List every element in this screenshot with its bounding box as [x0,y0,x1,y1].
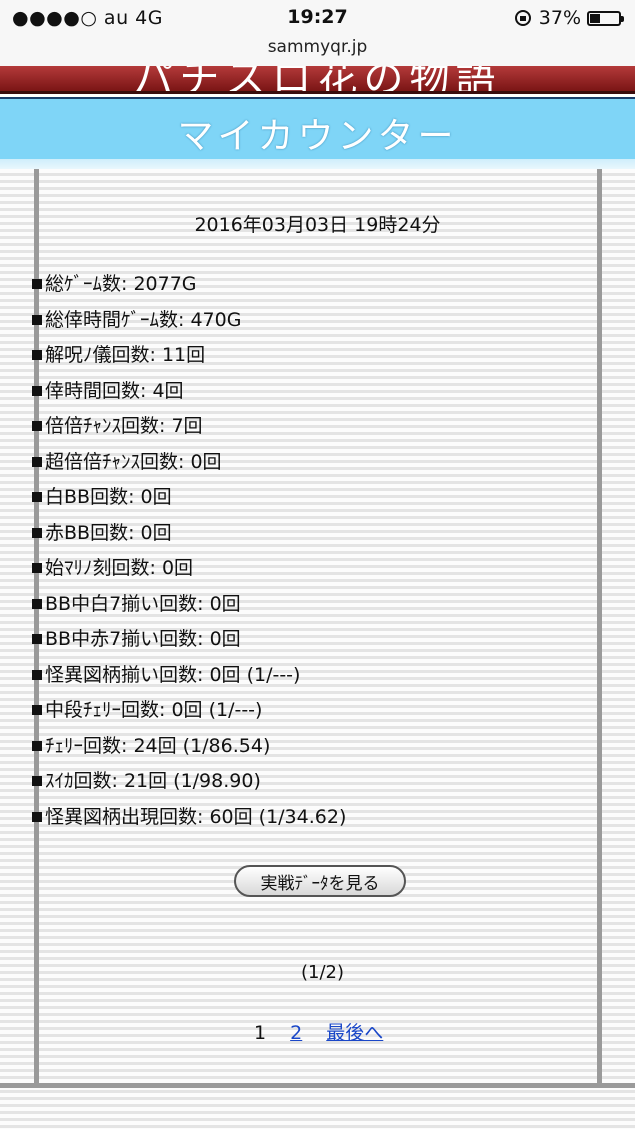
stat-item: 解呪ﾉ儀回数: 11回 [32,340,346,376]
page-title: マイカウンター [177,116,458,157]
pager-current-page: 1 [254,1022,267,1044]
site-logo-text: パチスロ花の物語 [133,66,502,94]
square-bullet-icon [32,527,42,538]
square-bullet-icon [32,598,42,609]
site-logo-banner: パチスロ花の物語 [0,66,635,94]
square-bullet-icon [32,563,42,573]
status-right: 37% [514,7,624,29]
pager-page-2-link[interactable]: 2 [290,1022,302,1044]
square-bullet-icon [32,492,42,502]
stat-text: 中段ﾁｪﾘｰ回数: 0回 (1/---) [45,699,263,721]
square-bullet-icon [32,669,42,680]
stat-item: ｽｲｶ回数: 21回 (1/98.90) [32,766,346,802]
address-bar[interactable]: sammyqr.jp [0,36,635,66]
square-bullet-icon [32,740,42,751]
square-bullet-icon [32,776,42,786]
stat-item: BB中赤7揃い回数: 0回 [32,624,346,660]
stat-text: ｽｲｶ回数: 21回 (1/98.90) [45,770,261,792]
page-title-banner-shade [0,159,635,169]
stat-item: 赤BB回数: 0回 [32,518,346,554]
stat-text: ﾁｪﾘｰ回数: 24回 (1/86.54) [45,734,271,757]
content-bottom-border [0,1083,635,1088]
stat-text: 白BB回数: 0回 [45,486,172,508]
square-bullet-icon [32,385,42,396]
pager-last-link[interactable]: 最後へ [326,1022,383,1044]
url-domain: sammyqr.jp [267,37,368,57]
status-bar: ●●●●○ au 4G 19:27 37% [0,0,635,36]
stat-item: 怪異図柄揃い回数: 0回 (1/---) [32,660,346,696]
square-bullet-icon [32,634,42,644]
stat-item: 中段ﾁｪﾘｰ回数: 0回 (1/---) [32,695,346,731]
battery-tip [621,15,624,22]
page-indicator: (1/2) [300,962,344,983]
battery-percent: 37% [538,7,581,29]
square-bullet-icon [32,314,42,325]
stat-text: 赤BB回数: 0回 [45,521,172,544]
square-bullet-icon [32,456,42,467]
square-bullet-icon [32,279,42,289]
stat-text: 倖時間回数: 4回 [45,379,184,402]
stats-list: 総ｹﾞｰﾑ数: 2077G 総倖時間ｹﾞｰﾑ数: 470G 解呪ﾉ儀回数: 11回倖… [32,269,346,837]
record-date: 2016年03月03日 19時24分 [194,214,441,236]
stat-text: 始ﾏﾘﾉ刻回数: 0回 [45,557,194,579]
counter-content: 2016年03月03日 19時24分 総ｹﾞｰﾑ数: 2077G 総倖時間ｹﾞｰﾑ… [0,169,635,1129]
square-bullet-icon [32,705,42,715]
view-battle-data-button[interactable]: 実戦ﾃﾞｰﾀを見る [234,865,406,897]
stat-item: 倖時間回数: 4回 [32,376,346,412]
stat-text: 倍倍ﾁｬﾝｽ回数: 7回 [45,415,203,437]
stat-text: 総ｹﾞｰﾑ数: 2077G [45,273,197,295]
stat-item: ﾁｪﾘｰ回数: 24回 (1/86.54) [32,731,346,767]
stat-item: 白BB回数: 0回 [32,482,346,518]
battery-fill [590,13,600,23]
square-bullet-icon [32,421,42,431]
stat-item: 超倍倍ﾁｬﾝｽ回数: 0回 [32,447,346,483]
content-border-right [597,169,602,1087]
page-title-banner: マイカウンター [0,97,635,161]
stat-item: 怪異図柄出現回数: 60回 (1/34.62) [32,802,346,838]
stat-item: BB中白7揃い回数: 0回 [32,589,346,625]
stat-text: 怪異図柄出現回数: 60回 (1/34.62) [45,805,347,828]
stat-text: BB中白7揃い回数: 0回 [45,592,241,615]
stat-item: 総ｹﾞｰﾑ数: 2077G [32,269,346,305]
battery-icon [587,10,624,26]
stat-item: 始ﾏﾘﾉ刻回数: 0回 [32,553,346,589]
stat-text: 総倖時間ｹﾞｰﾑ数: 470G [45,308,242,331]
stat-text: 解呪ﾉ儀回数: 11回 [45,344,206,366]
stat-text: 超倍倍ﾁｬﾝｽ回数: 0回 [45,450,222,473]
stat-item: 倍倍ﾁｬﾝｽ回数: 7回 [32,411,346,447]
stat-text: 怪異図柄揃い回数: 0回 (1/---) [45,663,301,686]
square-bullet-icon [32,811,42,822]
square-bullet-icon [32,350,42,360]
stat-item: 総倖時間ｹﾞｰﾑ数: 470G [32,305,346,341]
stat-text: BB中赤7揃い回数: 0回 [45,628,241,650]
orientation-lock-icon [514,10,531,26]
pagination: 1 2 最後へ [254,1018,401,1045]
